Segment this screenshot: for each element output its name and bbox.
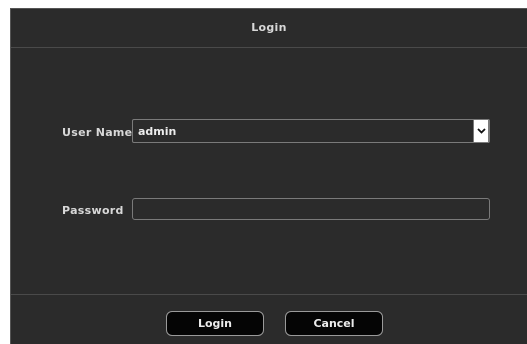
username-value: admin bbox=[138, 125, 177, 138]
dialog-titlebar: Login bbox=[11, 9, 527, 48]
chevron-down-icon bbox=[477, 128, 486, 134]
username-label: User Name bbox=[62, 126, 133, 139]
login-dialog: Login User Name admin Password Login Can… bbox=[10, 8, 527, 344]
username-dropdown-button[interactable] bbox=[473, 119, 489, 143]
username-select[interactable]: admin bbox=[132, 119, 490, 143]
login-button[interactable]: Login bbox=[166, 311, 264, 336]
footer-divider bbox=[11, 294, 527, 295]
password-field[interactable] bbox=[132, 198, 490, 220]
dialog-title: Login bbox=[251, 21, 287, 34]
cancel-button[interactable]: Cancel bbox=[285, 311, 383, 336]
password-label: Password bbox=[62, 204, 124, 217]
